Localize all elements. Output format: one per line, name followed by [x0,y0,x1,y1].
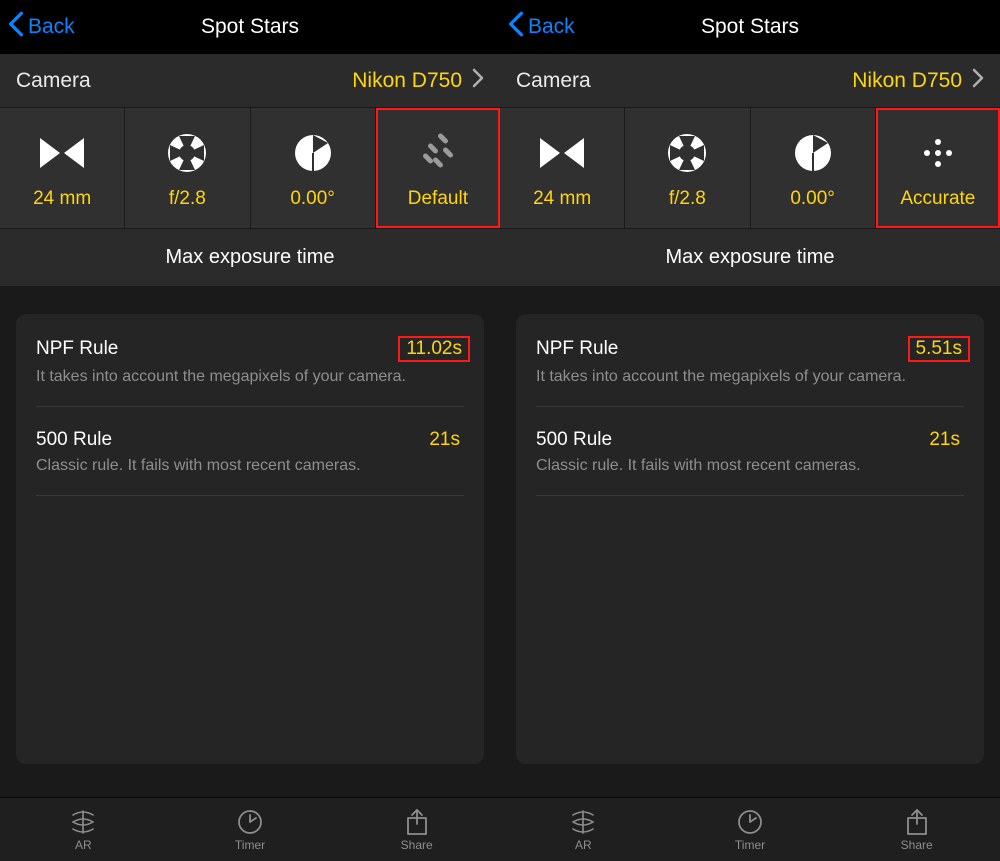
tabbar: AR Timer Share [500,797,1000,861]
chevron-right-icon [472,68,484,93]
tab-label: AR [575,838,592,852]
rule-npf[interactable]: NPF Rule 11.02s It takes into account th… [36,314,464,407]
focal-value: 24 mm [33,188,91,210]
rule-name: NPF Rule [536,338,908,360]
setting-accuracy[interactable]: Accurate [876,108,1000,228]
aperture-value: f/2.8 [669,188,706,210]
rule-500[interactable]: 500 Rule 21s Classic rule. It fails with… [36,407,464,496]
settings-strip: 24 mm f/2.8 0.00° Accurate [500,108,1000,228]
rule-desc: Classic rule. It fails with most recent … [536,457,964,475]
tabbar: AR Timer Share [0,797,500,861]
aperture-icon [166,126,208,180]
setting-focal-length[interactable]: 24 mm [500,108,625,228]
rule-value: 5.51s [908,336,970,362]
chevron-left-icon [8,10,28,44]
back-label: Back [28,15,75,39]
declination-icon [793,126,833,180]
camera-value: Nikon D750 [352,69,462,93]
screen-left: Back Spot Stars Camera Nikon D750 24 mm … [0,0,500,861]
accuracy-value: Accurate [900,188,975,210]
declination-value: 0.00° [290,188,335,210]
page-title: Spot Stars [500,15,1000,39]
accuracy-accurate-icon [915,126,961,180]
camera-value: Nikon D750 [852,69,962,93]
rule-name: 500 Rule [36,429,425,451]
section-header: Max exposure time [500,228,1000,286]
settings-strip: 24 mm f/2.8 0.00° [0,108,500,228]
focal-length-icon [538,126,586,180]
declination-icon [293,126,333,180]
setting-focal-length[interactable]: 24 mm [0,108,125,228]
accuracy-default-icon [415,126,461,180]
camera-label: Camera [516,69,852,93]
tab-label: AR [75,838,92,852]
rule-desc: It takes into account the megapixels of … [536,368,964,386]
share-icon [405,808,429,836]
rule-value: 21s [925,429,964,451]
accuracy-value: Default [408,188,468,210]
section-header: Max exposure time [0,228,500,286]
tab-label: Share [901,838,933,852]
tab-timer[interactable]: Timer [667,798,834,861]
rule-value: 21s [425,429,464,451]
setting-aperture[interactable]: f/2.8 [125,108,250,228]
focal-length-icon [38,126,86,180]
tab-ar[interactable]: AR [500,798,667,861]
camera-selector[interactable]: Camera Nikon D750 [0,54,500,108]
navbar: Back Spot Stars [0,0,500,54]
page-title: Spot Stars [0,15,500,39]
ar-icon [569,808,597,836]
back-label: Back [528,15,575,39]
rule-value: 11.02s [398,336,470,362]
results-card: NPF Rule 5.51s It takes into account the… [516,314,984,764]
tab-label: Share [401,838,433,852]
aperture-value: f/2.8 [169,188,206,210]
setting-accuracy[interactable]: Default [376,108,500,228]
focal-value: 24 mm [533,188,591,210]
results-area: NPF Rule 11.02s It takes into account th… [0,286,500,797]
rule-desc: Classic rule. It fails with most recent … [36,457,464,475]
tab-label: Timer [735,838,765,852]
camera-label: Camera [16,69,352,93]
chevron-right-icon [972,68,984,93]
timer-icon [237,808,263,836]
rule-name: NPF Rule [36,338,398,360]
tab-label: Timer [235,838,265,852]
screen-right: Back Spot Stars Camera Nikon D750 24 mm … [500,0,1000,861]
results-area: NPF Rule 5.51s It takes into account the… [500,286,1000,797]
ar-icon [69,808,97,836]
rule-name: 500 Rule [536,429,925,451]
tab-ar[interactable]: AR [0,798,167,861]
tab-timer[interactable]: Timer [167,798,334,861]
timer-icon [737,808,763,836]
navbar: Back Spot Stars [500,0,1000,54]
setting-declination[interactable]: 0.00° [251,108,376,228]
tab-share[interactable]: Share [833,798,1000,861]
back-button[interactable]: Back [8,10,75,44]
rule-npf[interactable]: NPF Rule 5.51s It takes into account the… [536,314,964,407]
aperture-icon [666,126,708,180]
setting-aperture[interactable]: f/2.8 [625,108,750,228]
rule-500[interactable]: 500 Rule 21s Classic rule. It fails with… [536,407,964,496]
setting-declination[interactable]: 0.00° [751,108,876,228]
camera-selector[interactable]: Camera Nikon D750 [500,54,1000,108]
tab-share[interactable]: Share [333,798,500,861]
chevron-left-icon [508,10,528,44]
declination-value: 0.00° [790,188,835,210]
rule-desc: It takes into account the megapixels of … [36,368,464,386]
results-card: NPF Rule 11.02s It takes into account th… [16,314,484,764]
back-button[interactable]: Back [508,10,575,44]
share-icon [905,808,929,836]
